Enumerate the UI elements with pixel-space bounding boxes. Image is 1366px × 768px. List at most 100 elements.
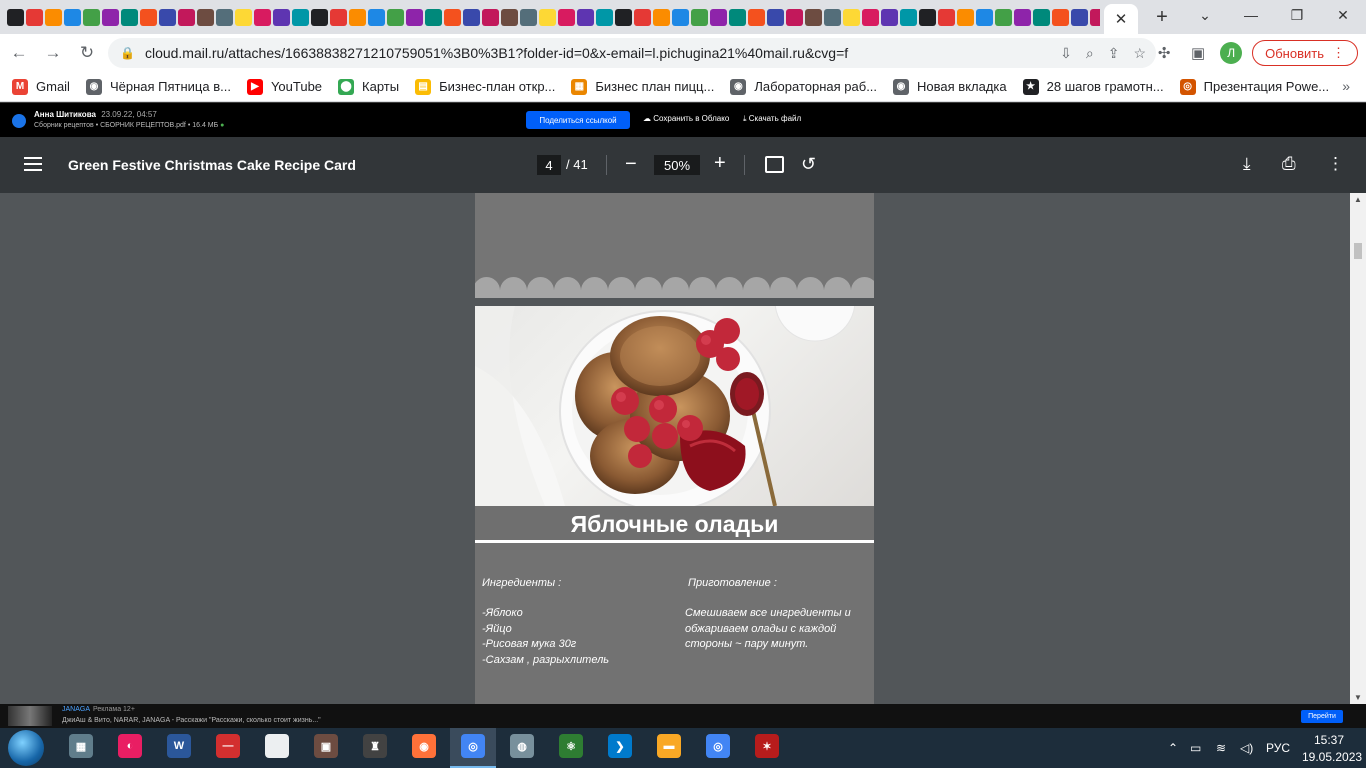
tab-favicon-icon[interactable] [425, 8, 442, 26]
tab-favicon-icon[interactable] [1052, 8, 1069, 26]
wifi-icon[interactable]: ≋ [1216, 741, 1226, 755]
blank-document-icon[interactable] [265, 734, 289, 758]
menu-icon[interactable] [24, 157, 42, 171]
tray-chevron-icon[interactable]: ⌃ [1168, 741, 1178, 755]
tab-favicon-icon[interactable] [387, 8, 404, 26]
scroll-up-icon[interactable]: ▲ [1354, 195, 1362, 204]
tab-favicon-icon[interactable] [254, 8, 271, 26]
zoom-level-input[interactable]: 50% [654, 155, 700, 175]
pdf-download-icon[interactable]: ⤓ [1243, 154, 1251, 174]
update-button[interactable]: Обновить ⋮ [1252, 40, 1358, 66]
page-number-input[interactable]: 4 [537, 155, 561, 175]
tab-favicon-icon[interactable] [957, 8, 974, 26]
print-icon[interactable]: ⎙ [1282, 154, 1296, 174]
tab-favicon-icon[interactable] [463, 8, 480, 26]
tab-favicon-icon[interactable] [672, 8, 689, 26]
tab-favicon-icon[interactable] [330, 8, 347, 26]
share-link-button[interactable]: Поделиться ссылкой [526, 111, 630, 129]
clock-date[interactable]: 19.05.2023 [1302, 750, 1362, 764]
tab-favicon-icon[interactable] [501, 8, 518, 26]
person-photo-icon[interactable]: ♜ [363, 734, 387, 758]
bookmark-item[interactable]: ▤ Бизнес-план откр... [415, 78, 555, 95]
tab-favicon-icon[interactable] [292, 8, 309, 26]
tab-favicon-icon[interactable] [102, 8, 119, 26]
tab-favicon-icon[interactable] [634, 8, 651, 26]
chrome-icon[interactable]: ◎ [461, 734, 485, 758]
tab-favicon-icon[interactable] [615, 8, 632, 26]
active-tab[interactable]: ✕ [1104, 4, 1138, 34]
tab-favicon-icon[interactable] [843, 8, 860, 26]
stop-sign-icon[interactable]: — [216, 734, 240, 758]
scroll-down-icon[interactable]: ▼ [1354, 693, 1362, 702]
extensions-puzzle-icon[interactable]: ✣ [1152, 41, 1176, 65]
bookmark-item[interactable]: ◎ Презентация Powe... [1179, 78, 1329, 95]
fit-page-icon[interactable] [765, 156, 784, 173]
tab-favicon-icon[interactable] [178, 8, 195, 26]
tab-favicon-icon[interactable] [710, 8, 727, 26]
close-tab-icon[interactable]: ✕ [1115, 10, 1128, 28]
back-arrow-icon[interactable]: ← [4, 38, 34, 68]
bookmark-item[interactable]: ★ 28 шагов грамотн... [1022, 78, 1164, 95]
tab-search-icon[interactable]: ⌄ [1182, 0, 1228, 30]
restore-button[interactable]: ❐ [1274, 0, 1320, 30]
tab-favicon-icon[interactable] [786, 8, 803, 26]
url-text[interactable]: cloud.mail.ru/attaches/16638838271210759… [145, 45, 848, 61]
tab-favicon-icon[interactable] [577, 8, 594, 26]
tab-favicon-icon[interactable] [976, 8, 993, 26]
language-indicator[interactable]: РУС [1266, 741, 1290, 755]
tab-favicon-icon[interactable] [729, 8, 746, 26]
tab-favicon-icon[interactable] [45, 8, 62, 26]
pdf-more-icon[interactable]: ⋮ [1327, 154, 1344, 174]
viewer-scrollbar[interactable]: ▲ ▼ [1350, 193, 1366, 704]
tab-favicon-icon[interactable] [7, 8, 24, 26]
tab-favicon-icon[interactable] [406, 8, 423, 26]
bookmark-item[interactable]: ⬤ Карты [338, 78, 399, 95]
tab-favicon-icon[interactable] [349, 8, 366, 26]
zoom-out-icon[interactable]: − [625, 153, 637, 176]
tab-favicon-icon[interactable] [539, 8, 556, 26]
tab-favicon-icon[interactable] [64, 8, 81, 26]
bookmark-item[interactable]: ◉ Новая вкладка [893, 78, 1007, 95]
more-menu-icon[interactable]: ⋮ [1332, 45, 1345, 61]
ad-go-button[interactable]: Перейти [1301, 710, 1343, 723]
tab-favicon-icon[interactable] [1090, 8, 1100, 26]
tab-favicon-icon[interactable] [1033, 8, 1050, 26]
tab-favicon-icon[interactable] [197, 8, 214, 26]
tab-favicon-icon[interactable] [159, 8, 176, 26]
tab-favicon-icon[interactable] [83, 8, 100, 26]
minimize-button[interactable]: — [1228, 0, 1274, 30]
tab-favicon-icon[interactable] [444, 8, 461, 26]
pdf-viewer[interactable]: Яблочные оладьи Ингредиенты : -Яблоко -Я… [0, 193, 1350, 704]
download-file-button[interactable]: ⤓ Скачать файл [743, 114, 801, 124]
tab-favicon-icon[interactable] [368, 8, 385, 26]
game-icon[interactable]: ▣ [314, 734, 338, 758]
red-creature-icon[interactable]: ✶ [755, 734, 779, 758]
volume-icon[interactable]: ◁) [1240, 741, 1253, 755]
tab-favicon-icon[interactable] [938, 8, 955, 26]
zoom-in-icon[interactable]: + [714, 152, 726, 175]
tab-favicon-icon[interactable] [311, 8, 328, 26]
scrollbar-thumb[interactable] [1354, 243, 1362, 259]
tab-favicon-icon[interactable] [919, 8, 936, 26]
new-tab-button[interactable]: + [1148, 3, 1176, 31]
file-explorer-icon[interactable]: ▬ [657, 734, 681, 758]
ad-banner[interactable]: JANAGA Реклама 12+ ДжиАш & Витo, NARAR, J… [0, 704, 1366, 728]
bookmark-item[interactable]: M Gmail [12, 78, 70, 95]
clock-time[interactable]: 15:37 [1314, 733, 1344, 747]
bookmark-item[interactable]: ◉ Чёрная Пятница в... [85, 78, 231, 95]
bookmarks-overflow-icon[interactable]: » [1342, 78, 1350, 94]
forward-arrow-icon[interactable]: → [38, 38, 68, 68]
atom-icon[interactable]: ⚛ [559, 734, 583, 758]
calculator-icon[interactable]: ▦ [69, 734, 93, 758]
reload-icon[interactable]: ↻ [72, 38, 102, 68]
start-button[interactable] [8, 730, 44, 766]
save-to-cloud-button[interactable]: ☁ Сохранить в Облако [643, 114, 729, 123]
install-app-icon[interactable]: ⇩ [1060, 45, 1072, 62]
bookmark-star-icon[interactable]: ☆ [1133, 45, 1146, 62]
tab-favicon-icon[interactable] [235, 8, 252, 26]
tab-favicon-icon[interactable] [824, 8, 841, 26]
tab-favicon-icon[interactable] [748, 8, 765, 26]
battery-icon[interactable]: ▭ [1190, 741, 1201, 755]
tab-favicon-icon[interactable] [140, 8, 157, 26]
elephant-app-icon[interactable]: ◍ [510, 734, 534, 758]
